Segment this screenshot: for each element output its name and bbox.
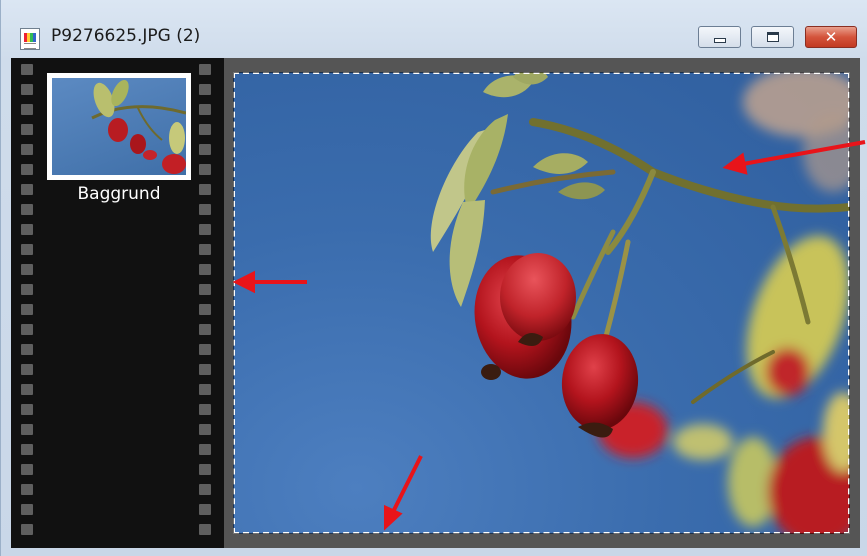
film-perforation — [199, 204, 211, 215]
film-perforation — [199, 424, 211, 435]
photo-rosehip-branch — [430, 72, 850, 534]
window-title: P9276625.JPG (2) — [51, 26, 201, 46]
close-icon: ✕ — [824, 27, 838, 46]
film-perforation — [199, 504, 211, 515]
film-perforation — [21, 424, 33, 435]
film-perforation — [199, 464, 211, 475]
film-perforation — [199, 524, 211, 535]
film-perforation — [21, 84, 33, 95]
film-perforation — [199, 84, 211, 95]
image-window: P9276625.JPG (2) ✕ Baggrund — [0, 0, 867, 556]
film-perforation — [21, 244, 33, 255]
film-perforation — [199, 344, 211, 355]
film-perforation — [199, 324, 211, 335]
film-perforation — [199, 224, 211, 235]
image-canvas[interactable] — [233, 72, 850, 534]
maximize-button[interactable] — [751, 26, 794, 48]
film-perforation — [199, 264, 211, 275]
film-perforations-right — [196, 58, 215, 548]
title-bar[interactable]: P9276625.JPG (2) ✕ — [1, 0, 867, 58]
film-perforation — [199, 404, 211, 415]
film-perforation — [21, 384, 33, 395]
film-perforation — [21, 224, 33, 235]
film-perforation — [199, 304, 211, 315]
film-perforation — [21, 444, 33, 455]
film-perforation — [21, 344, 33, 355]
layer-name-label: Baggrund — [77, 184, 161, 204]
film-perforations-left — [18, 58, 37, 548]
minimize-icon — [714, 38, 726, 43]
film-perforation — [21, 364, 33, 375]
film-perforation — [199, 364, 211, 375]
film-perforation — [21, 404, 33, 415]
document-area: Baggrund — [11, 58, 860, 548]
film-perforation — [199, 164, 211, 175]
thumbnail-image — [52, 78, 186, 175]
film-perforation — [199, 184, 211, 195]
film-perforation — [199, 384, 211, 395]
film-perforation — [199, 444, 211, 455]
film-perforation — [199, 284, 211, 295]
film-perforation — [21, 144, 33, 155]
film-perforation — [21, 464, 33, 475]
film-perforation — [21, 284, 33, 295]
film-perforation — [199, 64, 211, 75]
film-perforation — [199, 244, 211, 255]
film-perforation — [21, 504, 33, 515]
film-perforation — [21, 104, 33, 115]
film-perforation — [21, 264, 33, 275]
film-perforation — [21, 204, 33, 215]
film-perforation — [21, 164, 33, 175]
film-perforation — [199, 144, 211, 155]
film-perforation — [21, 124, 33, 135]
film-perforation — [21, 484, 33, 495]
maximize-icon — [767, 32, 779, 42]
film-perforation — [21, 64, 33, 75]
layer-thumbnail[interactable] — [47, 73, 191, 180]
film-perforation — [199, 484, 211, 495]
film-perforation — [21, 524, 33, 535]
film-perforation — [199, 124, 211, 135]
film-perforation — [21, 304, 33, 315]
film-perforation — [21, 324, 33, 335]
minimize-button[interactable] — [698, 26, 741, 48]
film-perforation — [21, 184, 33, 195]
layer-filmstrip: Baggrund — [11, 58, 224, 548]
film-perforation — [199, 104, 211, 115]
image-file-icon — [20, 28, 40, 50]
close-button[interactable]: ✕ — [805, 26, 857, 48]
